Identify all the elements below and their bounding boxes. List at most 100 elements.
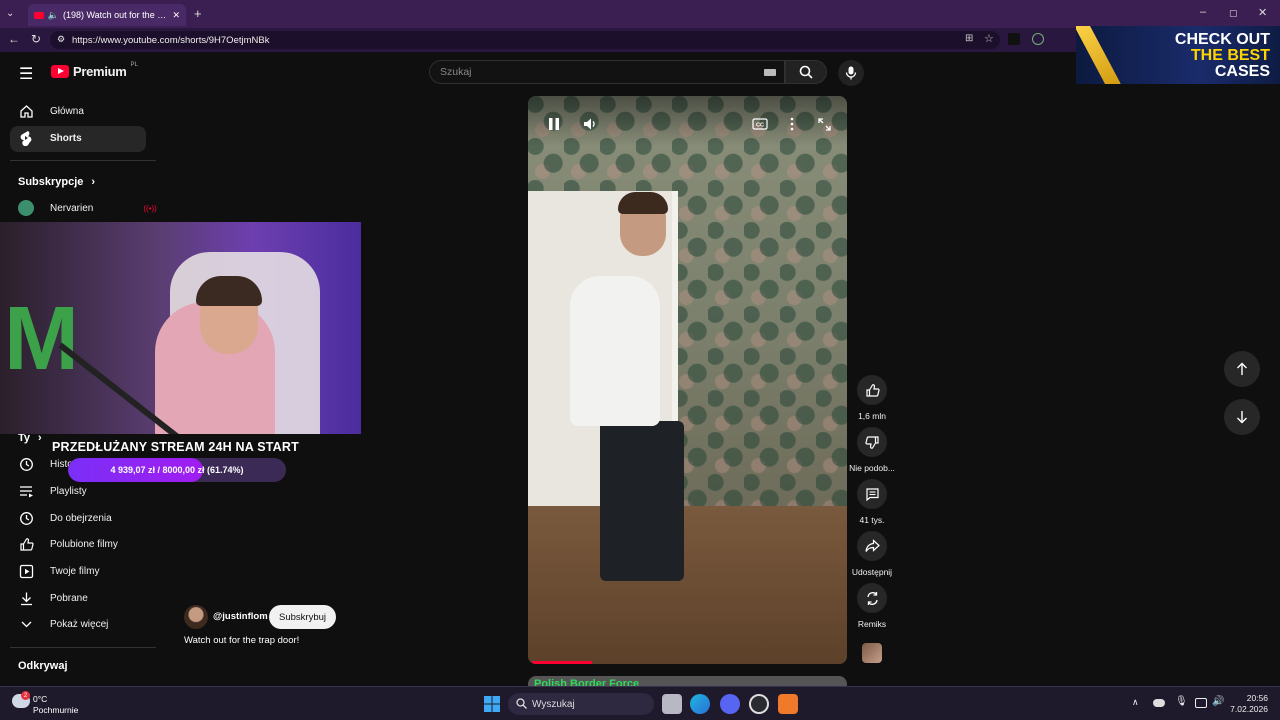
channel-avatar[interactable] [184,605,208,629]
reload-icon[interactable]: ↻ [31,32,41,46]
start-button[interactable] [484,696,500,717]
subscriptions-header[interactable]: Subskrypcje › [18,176,95,188]
sidebar-divider [10,647,156,648]
ad-line-2: THE BEST [1190,47,1270,64]
remix-label: Remiks [857,619,887,629]
new-tab-button[interactable]: + [194,6,202,21]
video-person-hair [618,192,668,214]
youtube-logo[interactable]: Premium PL [51,61,138,79]
share-button[interactable]: Udostępnij [851,531,893,577]
history-icon [18,456,34,472]
knife-icon [1076,26,1122,84]
url-field[interactable]: ⚙ https://www.youtube.com/shorts/9H7Oetj… [50,31,1000,49]
more-vertical-icon [790,117,794,131]
sidebar-item-playlists[interactable]: Playlisty [18,481,87,501]
search-input[interactable]: Szukaj [429,60,785,84]
tab-close-icon[interactable]: ✕ [172,10,180,21]
sidebar-item-your-videos[interactable]: Twoje filmy [18,561,99,581]
app-icon[interactable] [778,694,798,714]
taskbar-search[interactable]: Wyszukaj [508,693,654,715]
extension-green-icon[interactable] [1032,33,1044,45]
svg-text:CC: CC [756,123,764,129]
volume-button[interactable] [580,114,600,134]
microphone-tray-icon[interactable]: 🎙 [1175,696,1188,707]
obs-icon[interactable] [749,694,769,714]
bookmark-star-icon[interactable]: ☆ [984,32,994,45]
play-square-icon [18,563,34,579]
taskbar-search-label: Wyszukaj [532,698,575,710]
pause-button[interactable] [544,114,564,134]
keyboard-icon[interactable] [764,69,776,76]
comments-button[interactable]: 41 tys. [851,479,893,525]
channel-handle[interactable]: @justinflom [213,611,268,622]
logo-region: PL [130,61,138,68]
edge-browser-icon[interactable] [690,694,710,714]
speaker-icon[interactable]: 🔈 [48,10,59,21]
video-person-shirt [570,276,660,426]
clock-time: 20:56 [1246,693,1268,703]
arrow-up-icon [1237,362,1247,375]
search-placeholder: Szukaj [440,66,472,78]
fullscreen-button[interactable] [814,114,834,134]
section-title: Subskrypcje [18,176,84,188]
comment-count: 41 tys. [859,515,885,525]
monster-energy-logo: M [4,289,79,389]
sidebar-label: Główna [50,105,84,117]
onedrive-icon[interactable] [1153,699,1165,707]
sidebar-label: Polubione filmy [50,538,118,550]
subscribe-button[interactable]: Subskrybuj [269,605,336,629]
previous-short-button[interactable] [1224,351,1260,387]
more-options-button[interactable] [782,114,802,134]
captions-button[interactable]: CC [750,114,770,134]
tab-list-icon[interactable]: ⌄ [6,8,14,19]
next-short-button[interactable] [1224,399,1260,435]
sidebar-item-shorts[interactable]: Shorts [18,128,82,148]
apps-icon[interactable]: ⊞ [965,33,973,44]
search-button[interactable] [785,60,827,84]
minimize-button[interactable]: – [1200,6,1206,18]
dislike-button[interactable]: Nie podob... [849,427,895,473]
discord-icon[interactable] [720,694,740,714]
back-arrow-icon[interactable]: ← [8,32,20,46]
share-icon [864,539,880,552]
sidebar-item-liked[interactable]: Polubione filmy [18,534,118,554]
system-clock[interactable]: 20:56 7.02.2026 [1230,693,1268,715]
chevron-down-icon [18,616,34,632]
shorts-icon [18,130,34,146]
sidebar-label: Playlisty [50,485,87,497]
network-icon[interactable] [1195,698,1207,708]
sidebar-item-watch-later[interactable]: Do obejrzenia [18,508,112,528]
hamburger-menu-icon[interactable]: ☰ [19,64,33,84]
share-label: Udostępnij [851,567,893,577]
voice-search-button[interactable] [838,60,864,86]
sidebar-item-channel[interactable]: Nervarien ((•)) [18,198,157,218]
volume-tray-icon[interactable]: 🔊 [1212,696,1224,707]
maximize-button[interactable]: ▢ [1229,8,1238,19]
sidebar-item-show-more[interactable]: Pokaż więcej [18,614,108,634]
like-button[interactable]: 1,6 mln [851,375,893,421]
sidebar-item-home[interactable]: Główna [18,101,84,121]
expand-icon [817,117,831,131]
next-short-preview[interactable]: Polish Border Force [528,676,847,686]
thumbs-up-icon [865,383,880,397]
thumbs-down-icon [864,435,879,449]
next-short-title: Polish Border Force [534,678,640,686]
file-explorer-icon[interactable] [662,694,682,714]
extension-icon[interactable] [1008,33,1020,45]
browser-tab-active[interactable]: 🔈 (198) Watch out for the trap door! ✕ [28,4,186,26]
sound-thumbnail[interactable] [862,643,882,663]
video-progress-bar[interactable] [532,661,592,664]
donation-goal-bar: 4 939,07 zł / 8000,00 zł (61.74%) [68,458,286,482]
weather-widget[interactable]: 0°C Pochmurnie [33,694,78,716]
shorts-video-player[interactable]: CC [528,96,847,664]
site-info-icon[interactable]: ⚙ [57,34,65,45]
volume-icon [584,118,595,130]
remix-button[interactable]: Remiks [851,583,893,629]
sidebar-item-downloads[interactable]: Pobrane [18,588,88,608]
close-window-button[interactable]: ✕ [1258,6,1267,19]
notification-badge: 2 [21,691,30,700]
like-count: 1,6 mln [858,411,886,421]
tray-chevron-up-icon[interactable]: ∧ [1132,697,1139,708]
weather-desc: Pochmurnie [33,705,79,715]
microphone-icon [845,66,857,80]
